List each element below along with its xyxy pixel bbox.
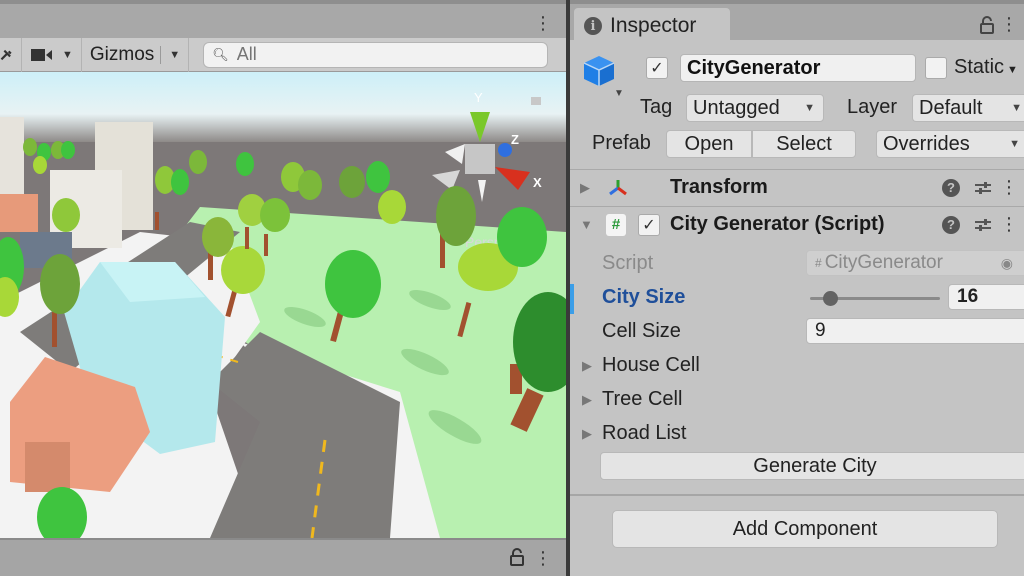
component-citygenerator-header[interactable]: ▼ # ✓ City Generator (Script) ? ⋮ xyxy=(570,206,1024,242)
chevron-down-icon: ▼ xyxy=(62,48,73,61)
building-grey-tall xyxy=(0,117,24,195)
house-salmon-small xyxy=(0,194,38,232)
foldout-collapsed-icon[interactable]: ▶ xyxy=(580,180,590,196)
gameobject-name-input[interactable] xyxy=(680,54,916,82)
inspector-tab-bar: i Inspector ⋮ xyxy=(570,0,1024,44)
inspector-panel: i Inspector ⋮ ▼ ✓ Static▼ Tag Untagged ▼… xyxy=(570,0,1024,576)
scene-bottom-bar: ⋮ xyxy=(0,538,566,576)
prop-city-size: City Size xyxy=(570,282,1024,314)
component-title: Transform xyxy=(670,176,768,198)
tools-icon xyxy=(0,49,12,60)
scene-search-box[interactable]: 🔍︎ xyxy=(203,41,549,68)
chevron-down-icon: ▼ xyxy=(1011,102,1022,114)
prop-script: Script # CityGenerator ◉ xyxy=(570,248,1024,280)
component-enabled-checkbox[interactable]: ✓ xyxy=(638,213,660,236)
tab-inspector-label: Inspector xyxy=(610,14,697,37)
city-size-slider[interactable] xyxy=(810,291,940,306)
layer-dropdown[interactable]: Default ▼ xyxy=(912,94,1024,122)
axis-label-x: X xyxy=(533,175,542,190)
static-dropdown[interactable]: Static ▼ xyxy=(954,56,1018,79)
viewport-lock-icon[interactable] xyxy=(531,97,541,105)
add-component-button[interactable]: Add Component xyxy=(612,510,998,548)
foldout-collapsed-icon[interactable]: ▶ xyxy=(582,358,592,374)
presets-icon[interactable] xyxy=(974,217,992,233)
prop-label: City Size xyxy=(602,286,686,308)
prefab-select-button[interactable]: Select xyxy=(752,130,856,158)
scene-search-input[interactable] xyxy=(236,44,537,65)
csharp-script-icon: # xyxy=(606,213,626,236)
scene-toolbar: ▼ Gizmos ▼ 🔍︎ xyxy=(0,37,566,72)
prop-house-cell[interactable]: ▶ House Cell xyxy=(570,350,1024,382)
lock-icon[interactable] xyxy=(510,548,524,566)
tag-dropdown[interactable]: Untagged ▼ xyxy=(686,94,824,122)
axis-label-z: Z xyxy=(511,132,519,147)
icon-dropdown-caret-icon[interactable]: ▼ xyxy=(614,88,624,99)
foldout-expanded-icon[interactable]: ▼ xyxy=(580,217,593,232)
chevron-down-icon: ▼ xyxy=(804,102,815,114)
info-icon: i xyxy=(584,17,602,35)
prefab-label: Prefab xyxy=(592,132,651,154)
scene-menu-kebab-icon[interactable]: ⋮ xyxy=(534,14,552,32)
kebab-menu-icon[interactable]: ⋮ xyxy=(534,548,552,569)
layer-label: Layer xyxy=(847,96,898,118)
prop-tree-cell[interactable]: ▶ Tree Cell xyxy=(570,384,1024,416)
camera-icon xyxy=(31,48,52,61)
prop-road-list[interactable]: ▶ Road List xyxy=(570,418,1024,450)
presets-icon[interactable] xyxy=(974,180,992,196)
tools-button[interactable] xyxy=(0,37,22,72)
transform-icon xyxy=(609,179,627,195)
cell-size-input[interactable] xyxy=(806,318,1024,344)
generate-city-button[interactable]: Generate City xyxy=(600,452,1024,480)
component-transform-header[interactable]: ▶ Transform ? ⋮ xyxy=(570,169,1024,205)
house-door xyxy=(25,442,70,492)
kebab-menu-icon[interactable]: ⋮ xyxy=(1000,14,1018,35)
gizmos-label: Gizmos xyxy=(89,43,155,65)
csharp-script-icon: # xyxy=(815,256,822,270)
prop-cell-size: Cell Size xyxy=(570,316,1024,348)
camera-dropdown[interactable]: ▼ xyxy=(22,37,82,72)
scene-viewport[interactable]: Y Z X Persp xyxy=(0,72,566,538)
prefab-open-button[interactable]: Open xyxy=(666,130,752,158)
city-size-input[interactable] xyxy=(948,284,1024,310)
tab-inspector[interactable]: i Inspector xyxy=(574,8,730,44)
lock-icon[interactable] xyxy=(980,16,994,34)
object-picker-icon[interactable]: ◉ xyxy=(1001,255,1013,272)
prop-label: Cell Size xyxy=(602,320,681,342)
kebab-menu-icon[interactable]: ⋮ xyxy=(1000,214,1018,235)
foldout-collapsed-icon[interactable]: ▶ xyxy=(582,426,592,442)
active-checkbox[interactable]: ✓ xyxy=(646,57,668,79)
gameobject-cube-icon[interactable] xyxy=(582,54,616,88)
gameobject-header: ▼ ✓ Static▼ Tag Untagged ▼ Layer Default… xyxy=(570,40,1024,168)
prop-label: Script xyxy=(602,252,654,274)
component-title: City Generator (Script) xyxy=(670,213,885,235)
prop-label: Road List xyxy=(602,422,687,444)
foldout-collapsed-icon[interactable]: ▶ xyxy=(582,392,592,408)
slider-thumb[interactable] xyxy=(822,291,838,306)
static-checkbox[interactable] xyxy=(925,57,947,79)
search-icon: 🔍︎ xyxy=(212,46,229,62)
prop-label: Tree Cell xyxy=(602,388,683,410)
tag-label: Tag xyxy=(640,96,673,118)
prop-label: House Cell xyxy=(602,354,700,376)
gizmos-dropdown[interactable]: Gizmos ▼ xyxy=(82,37,190,72)
scene-view-panel: ⋮ ▼ Gizmos ▼ 🔍︎ All Y Z X Persp ⋮ xyxy=(0,0,566,576)
scene-tab-bar: ⋮ xyxy=(0,0,566,38)
chevron-down-icon: ▼ xyxy=(169,48,181,61)
axis-label-y: Y xyxy=(474,90,483,105)
chevron-down-icon: ▼ xyxy=(1009,138,1020,150)
help-icon[interactable]: ? xyxy=(942,178,960,197)
help-icon[interactable]: ? xyxy=(942,215,960,234)
prefab-overrides-dropdown[interactable]: Overrides ▼ xyxy=(876,130,1024,158)
divider xyxy=(570,494,1024,496)
chevron-down-icon: ▼ xyxy=(1007,64,1018,76)
script-object-field[interactable]: # CityGenerator ◉ xyxy=(806,250,1024,276)
kebab-menu-icon[interactable]: ⋮ xyxy=(1000,177,1018,198)
